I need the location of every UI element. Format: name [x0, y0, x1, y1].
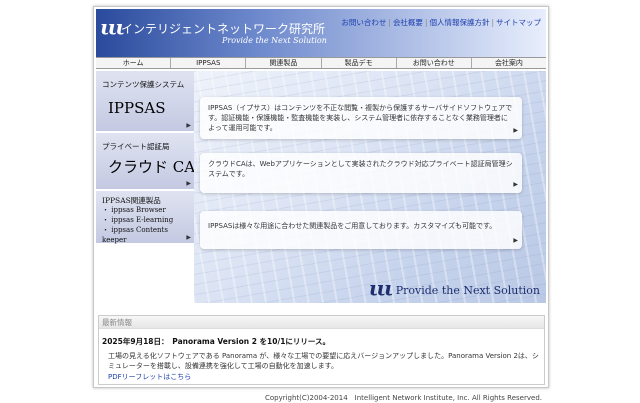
arrow-right-icon: ▶ — [513, 127, 518, 134]
logo-icon: ιιι — [368, 276, 394, 300]
news-heading: 最新情報 — [99, 316, 544, 329]
sidebar: コンテンツ保護システム IPPSAS ▶ プライベート認証局 クラウド CA ▶… — [96, 71, 196, 303]
sidebar-product-item[interactable]: ・ ippsas Browser — [102, 205, 194, 215]
sidebar-cloud-ca[interactable]: プライベート認証局 クラウド CA ▶ — [96, 133, 196, 191]
nav-related-products[interactable]: 関連製品 — [246, 58, 322, 68]
main-nav: ホーム IPPSAS 関連製品 製品デモ お問い合わせ 会社案内 — [96, 57, 546, 69]
arrow-right-icon: ▶ — [186, 234, 191, 241]
separator: | — [491, 18, 494, 27]
sidebar-product-item[interactable]: ・ ippsas E-learning — [102, 215, 194, 225]
company-overview-link[interactable]: 会社概要 — [393, 18, 423, 27]
privacy-policy-link[interactable]: 個人情報保護方針 — [429, 18, 489, 27]
info-card-ippsas[interactable]: IPPSAS（イプサス）はコンテンツを不正な閲覧・複製から保護するサーバサイドソ… — [200, 97, 522, 139]
arrow-right-icon: ▶ — [186, 122, 191, 129]
pdf-leaflet-link[interactable]: PDFリーフレットはこちら — [108, 372, 544, 382]
separator: | — [424, 18, 428, 27]
page-frame: ιιι インテリジェントネットワーク研究所 Provide the Next S… — [93, 6, 549, 388]
site-title[interactable]: インテリジェントネットワーク研究所 — [121, 20, 325, 37]
sidebar-product-list: ・ ippsas Browser ・ ippsas E-learning ・ i… — [102, 205, 194, 245]
news-body: 工場の見える化ソフトウェアである Panorama が、様々な工場での要望に応え… — [108, 352, 539, 370]
nav-ippsas[interactable]: IPPSAS — [171, 58, 247, 68]
sidebar-related-products[interactable]: IPPSAS関連製品 ・ ippsas Browser ・ ippsas E-l… — [96, 191, 194, 245]
site-header: ιιι インテリジェントネットワーク研究所 Provide the Next S… — [96, 9, 546, 62]
sidebar-title: IPPSAS — [108, 99, 166, 117]
top-links: お問い合わせ | 会社概要 | 個人情報保護方針 | サイトマップ — [341, 17, 541, 28]
sidebar-title: クラウド CA — [108, 158, 196, 176]
sidebar-ippsas[interactable]: コンテンツ保護システム IPPSAS ▶ — [96, 71, 194, 133]
nav-company[interactable]: 会社案内 — [472, 58, 546, 68]
card-text: IPPSASは様々な用途に合わせた関連製品をご用意しております。カスタマイズも可… — [208, 222, 497, 230]
separator: | — [388, 18, 391, 27]
arrow-right-icon: ▶ — [186, 180, 191, 187]
card-text: IPPSAS（イプサス）はコンテンツを不正な閲覧・複製から保護するサーバサイドソ… — [208, 104, 513, 132]
arrow-right-icon: ▶ — [513, 181, 518, 188]
footer-copyright: Copyright(C)2004-2014 Intelligent Networ… — [264, 394, 542, 402]
nav-contact[interactable]: お問い合わせ — [397, 58, 472, 68]
info-card-cloud-ca[interactable]: クラウドCAは、Webアプリケーションとして実装されたクラウド対応プライベート認… — [200, 153, 522, 193]
sitemap-link[interactable]: サイトマップ — [496, 18, 541, 27]
brand-tagline: Provide the Next Solution — [395, 284, 540, 297]
sidebar-product-item[interactable]: ・ ippsas Contents keeper — [102, 225, 194, 245]
card-text: クラウドCAは、Webアプリケーションとして実装されたクラウド対応プライベート認… — [208, 160, 513, 178]
contact-link[interactable]: お問い合わせ — [341, 18, 386, 27]
news-title: 2025年9月18日： Panorama Version 2 を10/1にリリー… — [102, 337, 331, 346]
nav-product-demo[interactable]: 製品デモ — [322, 58, 397, 68]
news-section: 最新情報 2025年9月18日： Panorama Version 2 を10/… — [98, 315, 545, 385]
sidebar-caption: プライベート認証局 — [102, 142, 170, 151]
sidebar-caption: コンテンツ保護システム — [102, 80, 185, 89]
info-card-related[interactable]: IPPSASは様々な用途に合わせた関連製品をご用意しております。カスタマイズも可… — [200, 211, 522, 249]
site-tagline: Provide the Next Solution — [222, 36, 327, 45]
nav-home[interactable]: ホーム — [96, 58, 172, 68]
arrow-right-icon: ▶ — [513, 237, 518, 244]
brand-logo: ιιι Provide the Next Solution — [369, 278, 540, 298]
logo-icon[interactable]: ιιι — [100, 15, 125, 39]
main-panel: IPPSAS（イプサス）はコンテンツを不正な閲覧・複製から保護するサーバサイドソ… — [194, 71, 546, 303]
